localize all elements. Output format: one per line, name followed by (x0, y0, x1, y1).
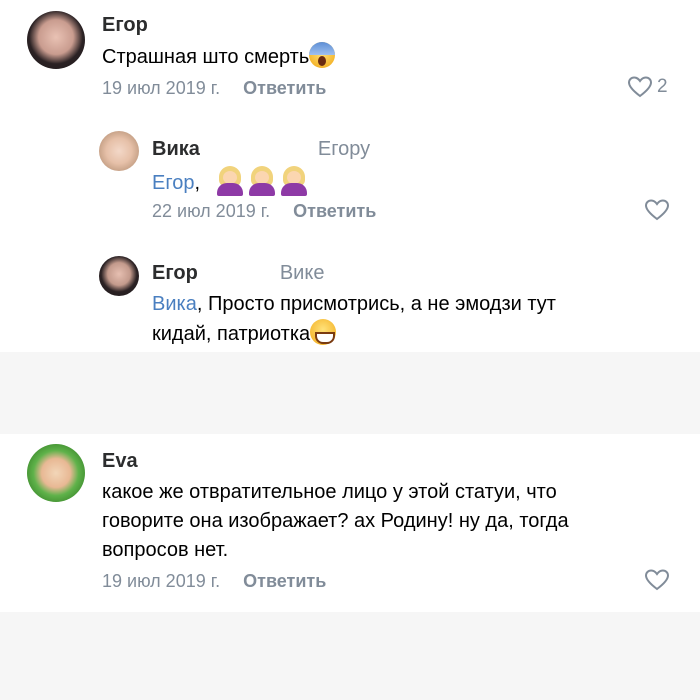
woman-facepalming-emoji (216, 166, 244, 196)
comment-author[interactable]: Егор Вике (152, 262, 324, 285)
like-count: 2 (657, 76, 668, 97)
comment-text: Егор, (152, 166, 312, 198)
reply-to: Вике (279, 262, 325, 284)
reply-button[interactable]: Ответить (243, 78, 326, 98)
comment-date: 22 июл 2019 г. (152, 201, 271, 221)
comment-author[interactable]: Вика Егору (152, 138, 370, 161)
section-separator (0, 352, 700, 434)
mention-link[interactable]: Егор (152, 172, 194, 194)
mention-link[interactable]: Вика (152, 293, 197, 315)
comment-meta: 19 июл 2019 г. Ответить (102, 78, 326, 99)
comment-text: Вика, Просто присмотрись, а не эмодзи ту… (152, 293, 556, 345)
heart-icon (644, 199, 670, 221)
author-name: Егор (152, 262, 198, 284)
avatar[interactable] (99, 256, 139, 296)
comment-text: Страшная што смерть (102, 42, 336, 72)
woman-facepalming-emoji (280, 166, 308, 196)
reply-button[interactable]: Ответить (293, 201, 376, 221)
author-name: Егор (102, 14, 148, 36)
like-button[interactable] (644, 199, 670, 221)
author-name: Eva (102, 450, 138, 472)
comment-author[interactable]: Eva (102, 450, 268, 473)
comment-meta: 22 июл 2019 г. Ответить (152, 201, 376, 222)
author-name: Вика (152, 138, 200, 160)
avatar[interactable] (99, 131, 139, 171)
avatar[interactable] (27, 444, 85, 502)
comment-text: какое же отвратительное лицо у этой стат… (102, 481, 569, 561)
avatar[interactable] (27, 11, 85, 69)
comment-author[interactable]: Егор (102, 14, 268, 37)
section-separator (0, 612, 700, 700)
heart-icon (644, 569, 670, 591)
woman-facepalming-emoji (248, 166, 276, 196)
comment-date: 19 июл 2019 г. (102, 571, 221, 591)
like-button[interactable] (644, 569, 670, 591)
reply-to: Егору (317, 138, 371, 160)
like-button[interactable]: 2 (627, 76, 668, 98)
reply-button[interactable]: Ответить (243, 571, 326, 591)
comment-meta: 19 июл 2019 г. Ответить (102, 571, 326, 592)
face-screaming-emoji (309, 42, 336, 68)
grinning-emoji (310, 319, 337, 345)
comment-date: 19 июл 2019 г. (102, 78, 221, 98)
heart-icon (627, 76, 653, 98)
